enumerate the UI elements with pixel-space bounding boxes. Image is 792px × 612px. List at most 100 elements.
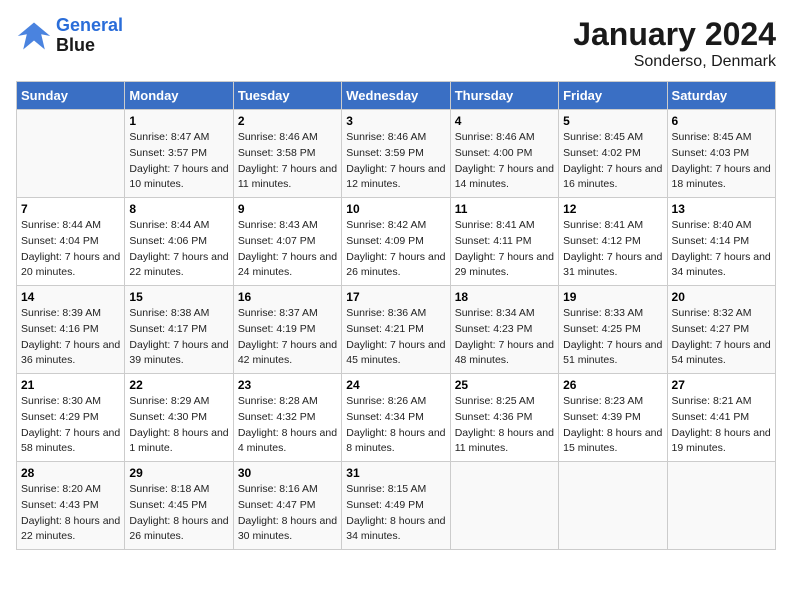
table-row: 31 Sunrise: 8:15 AMSunset: 4:49 PMDaylig… [342,462,450,550]
table-row: 3 Sunrise: 8:46 AMSunset: 3:59 PMDayligh… [342,110,450,198]
day-number: 15 [129,290,228,304]
day-detail: Sunrise: 8:34 AMSunset: 4:23 PMDaylight:… [455,306,554,369]
day-number: 18 [455,290,554,304]
day-number: 7 [21,202,120,216]
table-row: 13 Sunrise: 8:40 AMSunset: 4:14 PMDaylig… [667,198,775,286]
day-number: 12 [563,202,662,216]
table-row [450,462,558,550]
day-detail: Sunrise: 8:18 AMSunset: 4:45 PMDaylight:… [129,482,228,545]
table-row: 22 Sunrise: 8:29 AMSunset: 4:30 PMDaylig… [125,374,233,462]
day-detail: Sunrise: 8:21 AMSunset: 4:41 PMDaylight:… [672,394,771,457]
day-number: 19 [563,290,662,304]
day-detail: Sunrise: 8:46 AMSunset: 3:58 PMDaylight:… [238,130,337,193]
day-number: 5 [563,114,662,128]
day-detail: Sunrise: 8:38 AMSunset: 4:17 PMDaylight:… [129,306,228,369]
day-number: 30 [238,466,337,480]
table-row: 7 Sunrise: 8:44 AMSunset: 4:04 PMDayligh… [17,198,125,286]
table-row: 16 Sunrise: 8:37 AMSunset: 4:19 PMDaylig… [233,286,341,374]
table-row: 2 Sunrise: 8:46 AMSunset: 3:58 PMDayligh… [233,110,341,198]
day-number: 25 [455,378,554,392]
day-detail: Sunrise: 8:47 AMSunset: 3:57 PMDaylight:… [129,130,228,193]
day-number: 4 [455,114,554,128]
day-number: 29 [129,466,228,480]
day-detail: Sunrise: 8:44 AMSunset: 4:04 PMDaylight:… [21,218,120,281]
day-detail: Sunrise: 8:33 AMSunset: 4:25 PMDaylight:… [563,306,662,369]
day-detail: Sunrise: 8:26 AMSunset: 4:34 PMDaylight:… [346,394,445,457]
day-number: 26 [563,378,662,392]
calendar-title-block: January 2024 Sonderso, Denmark [573,16,776,71]
day-detail: Sunrise: 8:46 AMSunset: 3:59 PMDaylight:… [346,130,445,193]
day-number: 24 [346,378,445,392]
day-number: 17 [346,290,445,304]
table-row: 10 Sunrise: 8:42 AMSunset: 4:09 PMDaylig… [342,198,450,286]
day-number: 16 [238,290,337,304]
day-number: 2 [238,114,337,128]
page-header: General Blue January 2024 Sonderso, Denm… [16,16,776,71]
day-detail: Sunrise: 8:40 AMSunset: 4:14 PMDaylight:… [672,218,771,281]
calendar-week-row: 28 Sunrise: 8:20 AMSunset: 4:43 PMDaylig… [17,462,776,550]
day-number: 9 [238,202,337,216]
calendar-header-row: Sunday Monday Tuesday Wednesday Thursday… [17,82,776,110]
table-row: 25 Sunrise: 8:25 AMSunset: 4:36 PMDaylig… [450,374,558,462]
table-row: 11 Sunrise: 8:41 AMSunset: 4:11 PMDaylig… [450,198,558,286]
table-row: 19 Sunrise: 8:33 AMSunset: 4:25 PMDaylig… [559,286,667,374]
table-row: 24 Sunrise: 8:26 AMSunset: 4:34 PMDaylig… [342,374,450,462]
day-detail: Sunrise: 8:41 AMSunset: 4:11 PMDaylight:… [455,218,554,281]
day-number: 3 [346,114,445,128]
calendar-title: January 2024 [573,16,776,53]
calendar-week-row: 7 Sunrise: 8:44 AMSunset: 4:04 PMDayligh… [17,198,776,286]
day-number: 27 [672,378,771,392]
table-row: 15 Sunrise: 8:38 AMSunset: 4:17 PMDaylig… [125,286,233,374]
table-row: 6 Sunrise: 8:45 AMSunset: 4:03 PMDayligh… [667,110,775,198]
day-detail: Sunrise: 8:30 AMSunset: 4:29 PMDaylight:… [21,394,120,457]
day-detail: Sunrise: 8:39 AMSunset: 4:16 PMDaylight:… [21,306,120,369]
day-detail: Sunrise: 8:36 AMSunset: 4:21 PMDaylight:… [346,306,445,369]
table-row: 23 Sunrise: 8:28 AMSunset: 4:32 PMDaylig… [233,374,341,462]
table-row: 1 Sunrise: 8:47 AMSunset: 3:57 PMDayligh… [125,110,233,198]
day-number: 11 [455,202,554,216]
header-friday: Friday [559,82,667,110]
header-tuesday: Tuesday [233,82,341,110]
day-detail: Sunrise: 8:15 AMSunset: 4:49 PMDaylight:… [346,482,445,545]
calendar-table: Sunday Monday Tuesday Wednesday Thursday… [16,81,776,550]
day-detail: Sunrise: 8:32 AMSunset: 4:27 PMDaylight:… [672,306,771,369]
header-thursday: Thursday [450,82,558,110]
table-row: 21 Sunrise: 8:30 AMSunset: 4:29 PMDaylig… [17,374,125,462]
day-detail: Sunrise: 8:20 AMSunset: 4:43 PMDaylight:… [21,482,120,545]
day-detail: Sunrise: 8:23 AMSunset: 4:39 PMDaylight:… [563,394,662,457]
table-row: 18 Sunrise: 8:34 AMSunset: 4:23 PMDaylig… [450,286,558,374]
table-row: 8 Sunrise: 8:44 AMSunset: 4:06 PMDayligh… [125,198,233,286]
day-number: 31 [346,466,445,480]
logo-icon [16,18,52,54]
header-saturday: Saturday [667,82,775,110]
table-row [17,110,125,198]
day-number: 6 [672,114,771,128]
day-detail: Sunrise: 8:46 AMSunset: 4:00 PMDaylight:… [455,130,554,193]
day-number: 20 [672,290,771,304]
day-detail: Sunrise: 8:45 AMSunset: 4:03 PMDaylight:… [672,130,771,193]
day-number: 23 [238,378,337,392]
table-row: 26 Sunrise: 8:23 AMSunset: 4:39 PMDaylig… [559,374,667,462]
day-number: 28 [21,466,120,480]
day-number: 8 [129,202,228,216]
day-detail: Sunrise: 8:44 AMSunset: 4:06 PMDaylight:… [129,218,228,281]
header-wednesday: Wednesday [342,82,450,110]
calendar-week-row: 1 Sunrise: 8:47 AMSunset: 3:57 PMDayligh… [17,110,776,198]
day-number: 22 [129,378,228,392]
calendar-subtitle: Sonderso, Denmark [573,53,776,71]
header-monday: Monday [125,82,233,110]
day-detail: Sunrise: 8:45 AMSunset: 4:02 PMDaylight:… [563,130,662,193]
day-number: 1 [129,114,228,128]
table-row: 30 Sunrise: 8:16 AMSunset: 4:47 PMDaylig… [233,462,341,550]
logo: General Blue [16,16,123,56]
day-detail: Sunrise: 8:16 AMSunset: 4:47 PMDaylight:… [238,482,337,545]
table-row: 4 Sunrise: 8:46 AMSunset: 4:00 PMDayligh… [450,110,558,198]
calendar-week-row: 14 Sunrise: 8:39 AMSunset: 4:16 PMDaylig… [17,286,776,374]
table-row: 20 Sunrise: 8:32 AMSunset: 4:27 PMDaylig… [667,286,775,374]
table-row: 12 Sunrise: 8:41 AMSunset: 4:12 PMDaylig… [559,198,667,286]
table-row: 28 Sunrise: 8:20 AMSunset: 4:43 PMDaylig… [17,462,125,550]
calendar-week-row: 21 Sunrise: 8:30 AMSunset: 4:29 PMDaylig… [17,374,776,462]
day-detail: Sunrise: 8:37 AMSunset: 4:19 PMDaylight:… [238,306,337,369]
day-number: 21 [21,378,120,392]
table-row: 17 Sunrise: 8:36 AMSunset: 4:21 PMDaylig… [342,286,450,374]
